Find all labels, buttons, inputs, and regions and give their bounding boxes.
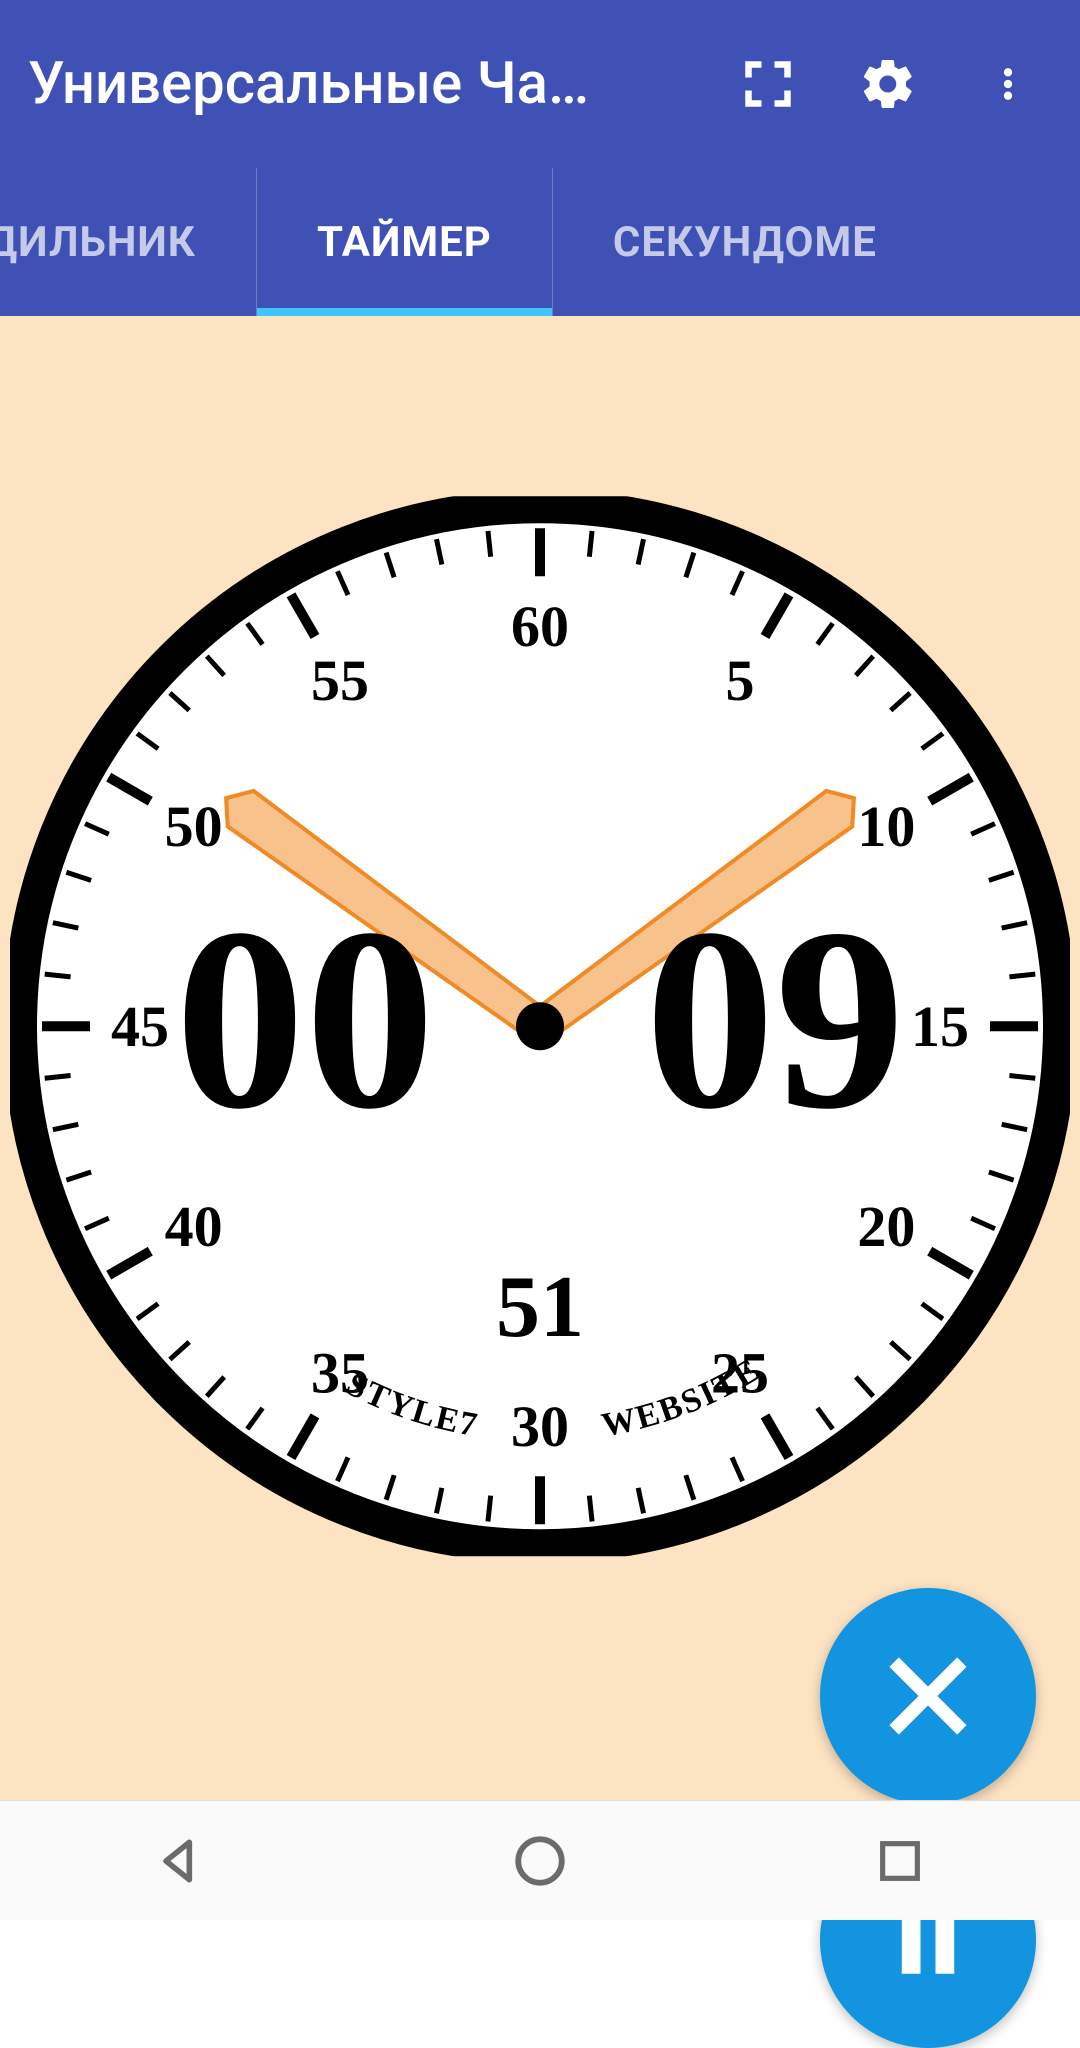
tab-stopwatch[interactable]: СЕКУНДОМЕ [553,168,877,316]
close-icon [878,1646,978,1746]
dial-number: 40 [165,1194,223,1259]
appbar-actions [736,52,1052,116]
timer-clock-face: 60510152025303540455055 00 09 51 STYLE7 … [10,496,1070,1556]
back-triangle-icon [152,1833,208,1889]
gear-icon[interactable] [856,52,920,116]
dial-number: 60 [511,594,569,659]
nav-back-button[interactable] [135,1816,225,1906]
tab-bar: УДИЛЬНИК ТАЙМЕР СЕКУНДОМЕ [0,168,1080,316]
tab-label: СЕКУНДОМЕ [613,218,877,267]
app-bar: Универсальные Ча… [0,0,1080,168]
app-title: Универсальные Ча… [28,50,736,118]
timer-minutes: 00 [175,875,435,1163]
dial-number: 30 [511,1394,569,1459]
dial-number: 10 [857,794,915,859]
tab-timer[interactable]: ТАЙМЕР [257,168,553,316]
dial-number: 55 [311,648,369,713]
fullscreen-icon[interactable] [736,52,800,116]
nav-home-button[interactable] [495,1816,585,1906]
more-icon[interactable] [976,52,1040,116]
dial-number: 45 [111,994,169,1059]
timer-panel: 60510152025303540455055 00 09 51 STYLE7 … [0,316,1080,1800]
system-nav-bar [0,1800,1080,1920]
dial-number: 5 [726,648,755,713]
timer-subseconds: 51 [496,1259,584,1356]
dial-number: 15 [911,994,969,1059]
recent-square-icon [874,1835,926,1887]
tab-label: УДИЛЬНИК [0,218,196,267]
nav-recent-button[interactable] [855,1816,945,1906]
dial-number: 50 [165,794,223,859]
timer-seconds: 09 [645,875,905,1163]
tab-label: ТАЙМЕР [317,218,492,267]
cancel-button[interactable] [820,1588,1036,1804]
home-circle-icon [511,1832,569,1890]
dial-number: 20 [857,1194,915,1259]
tab-alarm[interactable]: УДИЛЬНИК [0,168,257,316]
